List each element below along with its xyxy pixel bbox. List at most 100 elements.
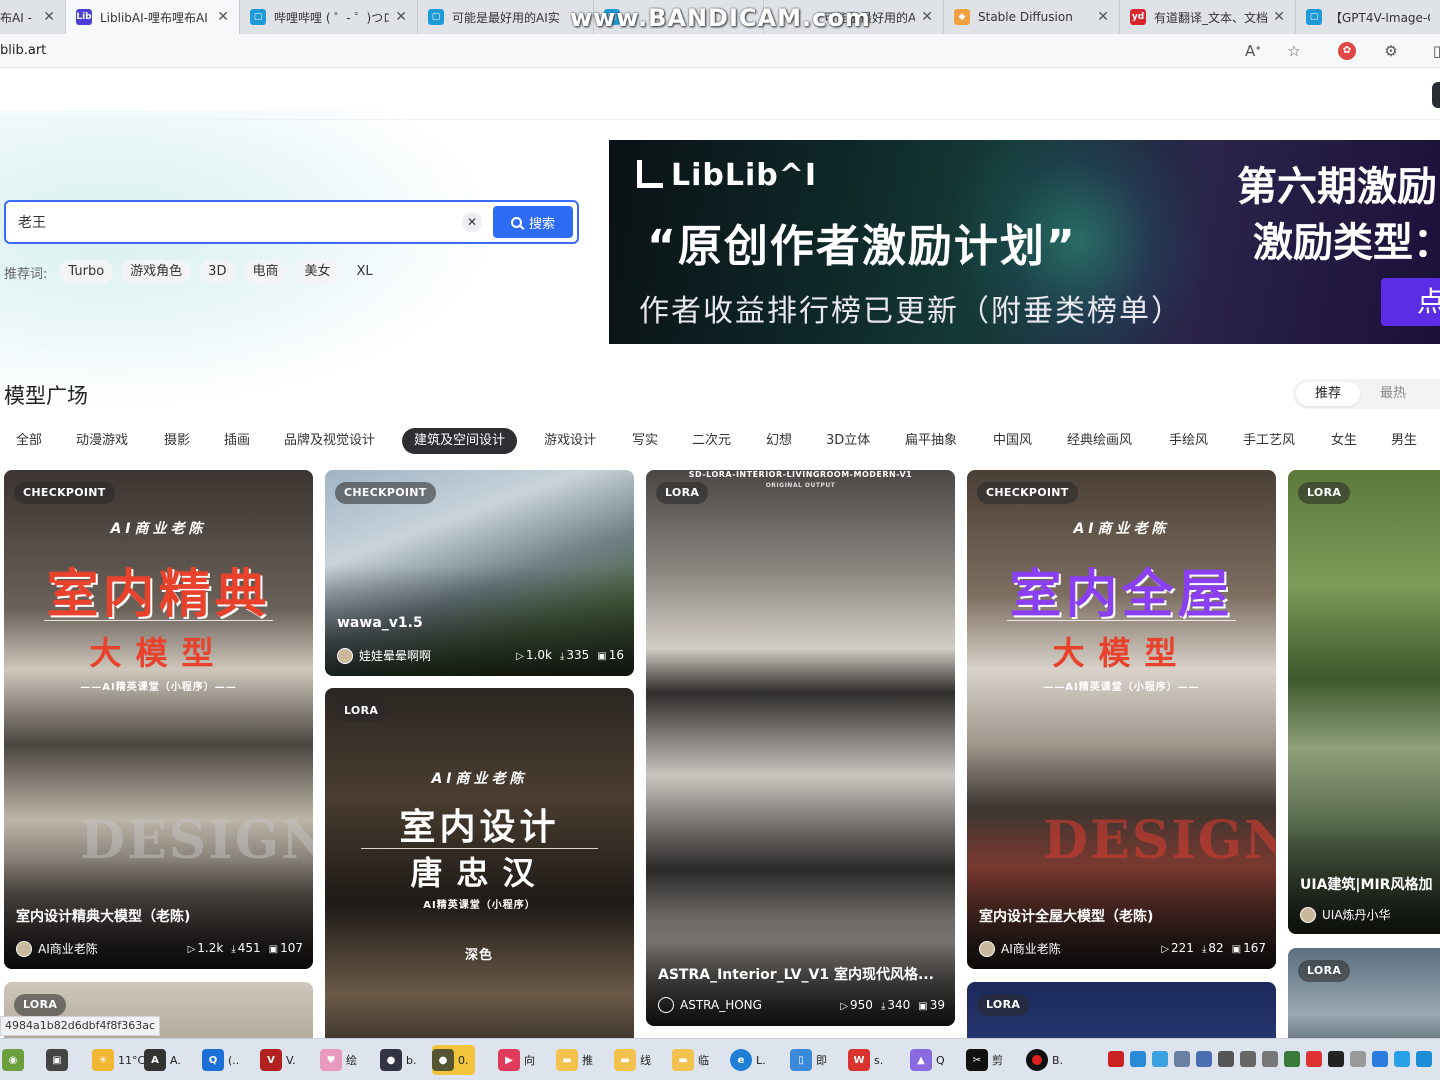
close-tab-icon[interactable]: ✕ [395,9,407,25]
category-tab[interactable]: 手工艺风 [1243,428,1295,454]
read-aloud-icon[interactable]: Aᐩ [1244,42,1262,60]
category-tab[interactable]: 扁平抽象 [905,428,957,454]
network-icon[interactable] [1174,1051,1190,1067]
close-tab-icon[interactable]: ✕ [921,9,933,25]
suggest-chip[interactable]: Turbo [59,260,114,284]
weibo-icon[interactable] [1306,1051,1322,1067]
suggest-chip[interactable]: 3D [199,260,236,284]
display-icon[interactable] [1240,1051,1256,1067]
taskbar-app[interactable]: Q (.. [202,1045,239,1075]
model-type-badge: LORA [1298,960,1351,982]
browser-tab[interactable]: ▢ 哔哩哔哩 ( ゜- ゜)つロ ✕ [240,0,418,34]
taskbar-app-active[interactable]: ● 0. [432,1045,475,1075]
browser-tray-icon[interactable] [1372,1051,1388,1067]
model-card[interactable]: LORA SD-LORA-INTERIOR-LIVINGROOM-MODERN-… [646,470,955,1026]
taskbar-app[interactable]: A A. [144,1045,181,1075]
category-tab[interactable]: 写实 [632,428,658,454]
taskbar-app[interactable]: B. [1026,1045,1063,1075]
taskbar-app[interactable]: Ws. [848,1045,883,1075]
model-card[interactable]: LORA AI商业老陈 室内设计 唐忠汉 AI精英课堂（小程序） 深色 [325,688,634,1048]
suggest-chip[interactable]: XL [347,260,381,284]
search-input[interactable] [18,212,438,232]
model-card[interactable]: CHECKPOINT AI商业老陈 室内全屋 大模型 ——AI精英课堂（小程序）… [967,470,1276,969]
category-tab[interactable]: 全部 [16,428,42,454]
category-tab[interactable]: 摄影 [164,428,190,454]
browser-tab-active[interactable]: Lib LiblibAI-哩布哩布AI - ✕ [66,0,240,34]
browser-tab[interactable]: ▢ 【GPT4V-Image-Cap [1296,0,1440,34]
suggest-chip[interactable]: 美女 [295,260,340,284]
category-tab[interactable]: 幻想 [766,428,792,454]
model-author[interactable]: AI商业老陈 [16,940,98,957]
address-bar[interactable]: blib.art Aᐩ ☆ ✿ ⚙ ▯ [0,34,1440,68]
taskbar-app[interactable]: ▯ 即 [790,1045,827,1075]
taskbar-folder[interactable]: ▬ 线 [614,1045,651,1075]
taskbar-app[interactable]: V V. [260,1045,296,1075]
avatar[interactable] [1432,82,1440,108]
category-tab[interactable]: 动漫游戏 [76,428,128,454]
url-text[interactable]: blib.art [0,43,46,58]
banner-cta-button[interactable]: 点 [1381,278,1440,326]
taskbar-app[interactable]: ▶ 向 [498,1045,535,1075]
wps-icon: W [848,1049,870,1071]
category-tab[interactable]: 插画 [224,428,250,454]
pen-icon[interactable] [1262,1051,1278,1067]
close-tab-icon[interactable]: ✕ [1097,9,1109,25]
volume-icon[interactable] [1218,1051,1234,1067]
browser-tab[interactable]: ◆ Stable Diffusion ✕ [944,0,1120,34]
category-tab[interactable]: 二次元 [692,428,731,454]
taskbar-app[interactable]: ♥ 绘 [320,1045,357,1075]
close-tab-icon[interactable]: ✕ [43,9,55,25]
model-author[interactable]: ASTRA_HONG [658,997,762,1013]
onedrive-icon[interactable] [1130,1051,1146,1067]
browser-tab[interactable]: yd 有道翻译_文本、文档 ✕ [1120,0,1296,34]
model-author[interactable]: 娃娃晕晕啊啊 [337,647,431,664]
cloud-icon[interactable] [1152,1051,1168,1067]
category-tab[interactable]: 品牌及视觉设计 [284,428,375,454]
category-tab[interactable]: 3D立体 [826,428,870,454]
extension-icon[interactable]: ✿ [1338,42,1356,60]
close-tab-icon[interactable]: ✕ [217,9,229,25]
extensions-puzzle-icon[interactable]: ⚙ [1382,42,1400,60]
start-app[interactable]: ◉ [2,1045,28,1075]
chat-tray-icon[interactable] [1394,1051,1410,1067]
weather-widget[interactable]: ☀ 11°C [92,1045,145,1075]
browser-tab[interactable]: ▢ 可能是最好用的AI实 [418,0,594,34]
sort-recommended[interactable]: 推荐 [1296,382,1360,406]
category-tab[interactable]: 经典绘画风 [1067,428,1132,454]
favorite-star-icon[interactable]: ☆ [1285,42,1303,60]
bilibili-tray-icon[interactable] [1416,1051,1432,1067]
task-view-button[interactable]: ▣ [46,1045,72,1075]
model-card[interactable]: LORA UIA建筑|MIR风格加 UIA炼丹小华 [1288,470,1440,934]
category-tab-active[interactable]: 建筑及空间设计 [402,428,518,454]
category-tab[interactable]: 游戏设计 [544,428,596,454]
suggest-chip[interactable]: 游戏角色 [121,260,192,284]
category-tab[interactable]: 女生 [1331,428,1357,454]
microphone-icon[interactable] [1196,1051,1212,1067]
qq-icon[interactable] [1328,1051,1344,1067]
model-card[interactable]: CHECKPOINT AI商业老陈 室内精典 大模型 ——AI精英课堂（小程序）… [4,470,313,969]
search-button[interactable]: 搜索 [493,206,573,238]
sort-hottest[interactable]: 最热 [1361,382,1425,406]
document-icon[interactable] [1350,1051,1366,1067]
taskbar-app[interactable]: ▲ Q [910,1045,945,1075]
taskbar-folder[interactable]: ▬ 临 [672,1045,709,1075]
promo-banner[interactable]: LibLib^I “原创作者激励计划” 作者收益排行榜已更新（附垂类榜单） 第六… [609,140,1440,344]
model-card[interactable]: CHECKPOINT wawa_v1.5 娃娃晕晕啊啊 ▷ 1.0k ⤓ 335 ▣… [325,470,634,676]
taskbar-app[interactable]: ● b. [380,1045,416,1075]
clear-search-icon[interactable]: ✕ [462,212,482,232]
bilibili-favicon-icon: ▢ [428,9,444,25]
nvidia-icon[interactable] [1284,1051,1300,1067]
record-tray-icon[interactable] [1108,1051,1124,1067]
browser-tab[interactable]: 布AI - ✕ [0,0,66,34]
close-tab-icon[interactable]: ✕ [1273,9,1285,25]
category-tab[interactable]: 男生 [1391,428,1417,454]
taskbar-app[interactable]: e L. [730,1045,766,1075]
category-tab[interactable]: 中国风 [993,428,1032,454]
split-screen-icon[interactable]: ▯ [1428,42,1440,60]
category-tab[interactable]: 手绘风 [1169,428,1208,454]
taskbar-app[interactable]: ✂ 剪 [966,1045,1003,1075]
model-author[interactable]: AI商业老陈 [979,940,1061,957]
model-author[interactable]: UIA炼丹小华 [1300,906,1391,923]
taskbar-folder[interactable]: ▬ 推 [556,1045,593,1075]
suggest-chip[interactable]: 电商 [243,260,288,284]
